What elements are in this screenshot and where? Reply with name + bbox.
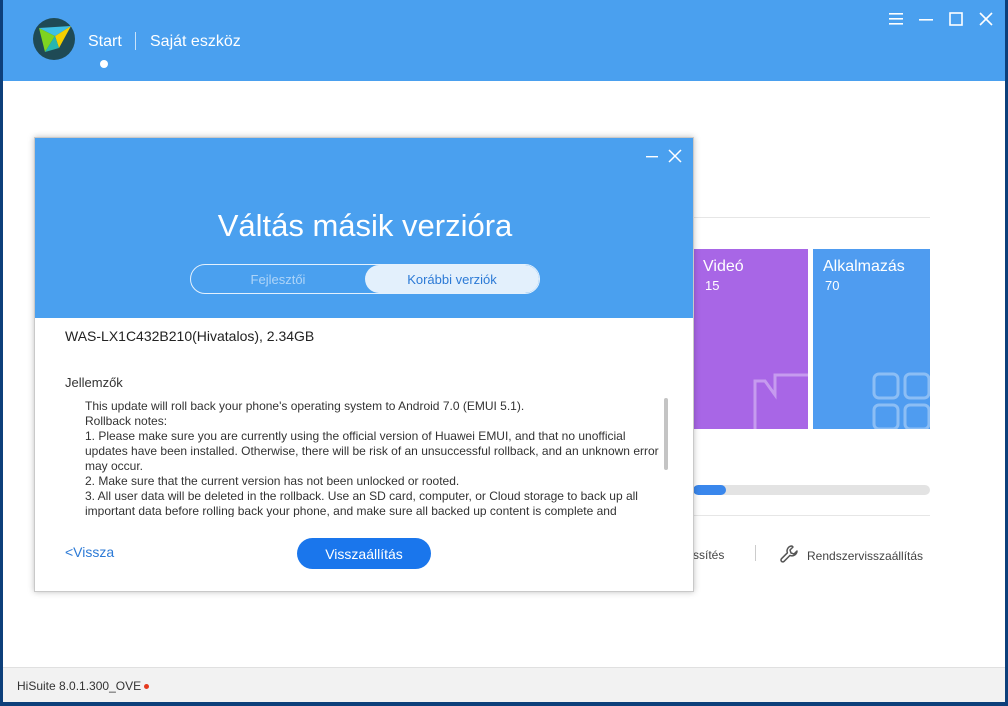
system-restore-label: Rendszervisszaállítás: [807, 548, 924, 563]
note-line: 1. Please make sure you are currently us…: [85, 429, 659, 473]
nav-start-tab[interactable]: Start: [88, 33, 122, 51]
storage-progress-fill: [693, 485, 727, 495]
version-tab-switch: Fejlesztői Korábbi verziók: [190, 264, 540, 294]
tab-developer[interactable]: Fejlesztői: [191, 265, 365, 293]
tile-video-count: 15: [705, 278, 720, 293]
tile-apps-count: 70: [825, 278, 840, 293]
nav-separator: [135, 32, 136, 50]
tile-apps[interactable]: Alkalmazás 70: [813, 249, 930, 429]
app-header: Start Saját eszköz: [3, 0, 1005, 81]
release-notes[interactable]: This update will roll back your phone's …: [85, 399, 660, 517]
update-dot-icon: [144, 684, 150, 690]
content-divider-bottom: [693, 515, 930, 516]
note-line: Rollback notes:: [85, 414, 168, 428]
tile-apps-label: Alkalmazás: [823, 258, 905, 275]
status-footer: HiSuite 8.0.1.300_OVE: [3, 667, 1005, 702]
version-text: HiSuite 8.0.1.300_OVE: [17, 679, 142, 693]
back-link[interactable]: <Vissza: [65, 544, 114, 560]
app-window: Start Saját eszköz Videó 15 Alkalmazás 7…: [3, 0, 1005, 702]
dialog-title: Váltás másik verzióra: [217, 208, 513, 243]
tool-update-label[interactable]: ssítés: [693, 548, 724, 562]
storage-progress-bar: [693, 485, 930, 495]
close-icon[interactable]: [977, 10, 995, 28]
tab-previous-versions[interactable]: Korábbi verziók: [365, 265, 539, 293]
dialog-header: Váltás másik verzióra Fejlesztői Korábbi…: [35, 138, 693, 318]
minimize-icon[interactable]: [917, 10, 935, 28]
content-divider: [693, 217, 930, 218]
tile-video[interactable]: Videó 15: [679, 249, 808, 429]
active-tab-indicator: [100, 60, 108, 68]
firmware-version: WAS-LX1C432B210(Hivatalos), 2.34GB: [65, 328, 315, 344]
nav-device-tab[interactable]: Saját eszköz: [150, 33, 241, 51]
note-line: 3. All user data will be deleted in the …: [85, 489, 638, 517]
notes-scrollbar[interactable]: [664, 398, 668, 470]
window-controls: [887, 10, 995, 28]
version-label: HiSuite 8.0.1.300_OVE: [17, 679, 150, 693]
apps-grid-icon: [871, 371, 930, 429]
minimize-icon[interactable]: [644, 148, 660, 164]
app-logo-icon: [33, 18, 75, 60]
note-line: 2. Make sure that the current version ha…: [85, 474, 460, 488]
maximize-icon[interactable]: [947, 10, 965, 28]
note-line: This update will roll back your phone's …: [85, 399, 525, 413]
menu-icon[interactable]: [887, 10, 905, 28]
video-icon: [751, 371, 808, 429]
tile-video-label: Videó: [703, 258, 744, 275]
close-icon[interactable]: [667, 148, 683, 164]
features-heading: Jellemzők: [65, 375, 123, 390]
restore-button[interactable]: Visszaállítás: [297, 538, 431, 569]
system-restore-button[interactable]: Rendszervisszaállítás: [779, 544, 923, 567]
switch-version-dialog: Váltás másik verzióra Fejlesztői Korábbi…: [34, 137, 694, 592]
tool-separator: [755, 545, 756, 561]
wrench-icon: [779, 544, 799, 567]
